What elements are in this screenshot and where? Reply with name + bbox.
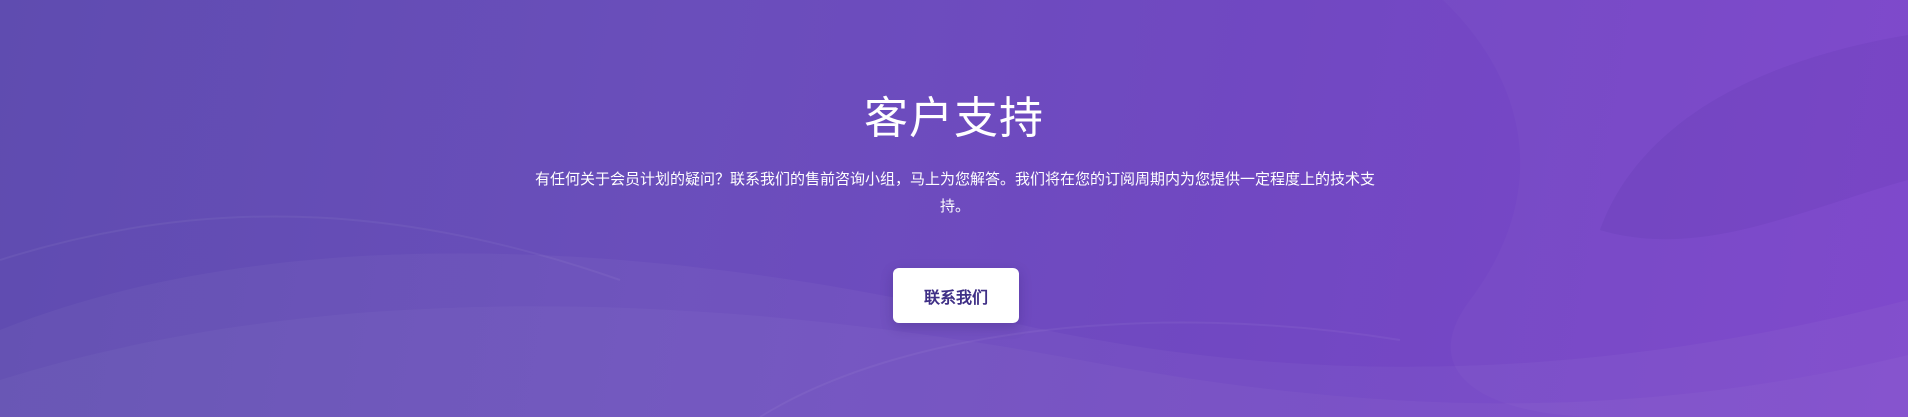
support-description: 有任何关于会员计划的疑问？联系我们的售前咨询小组，马上为您解答。我们将在您的订阅… — [534, 170, 1375, 215]
customer-support-hero: 客户支持 有任何关于会员计划的疑问？联系我们的售前咨询小组，马上为您解答。我们将… — [0, 0, 1908, 417]
contact-us-button[interactable]: 联系我们 — [893, 268, 1019, 323]
hero-content: 客户支持 有任何关于会员计划的疑问？联系我们的售前咨询小组，马上为您解答。我们将… — [0, 0, 1908, 417]
page-title: 客户支持 — [864, 93, 1044, 144]
